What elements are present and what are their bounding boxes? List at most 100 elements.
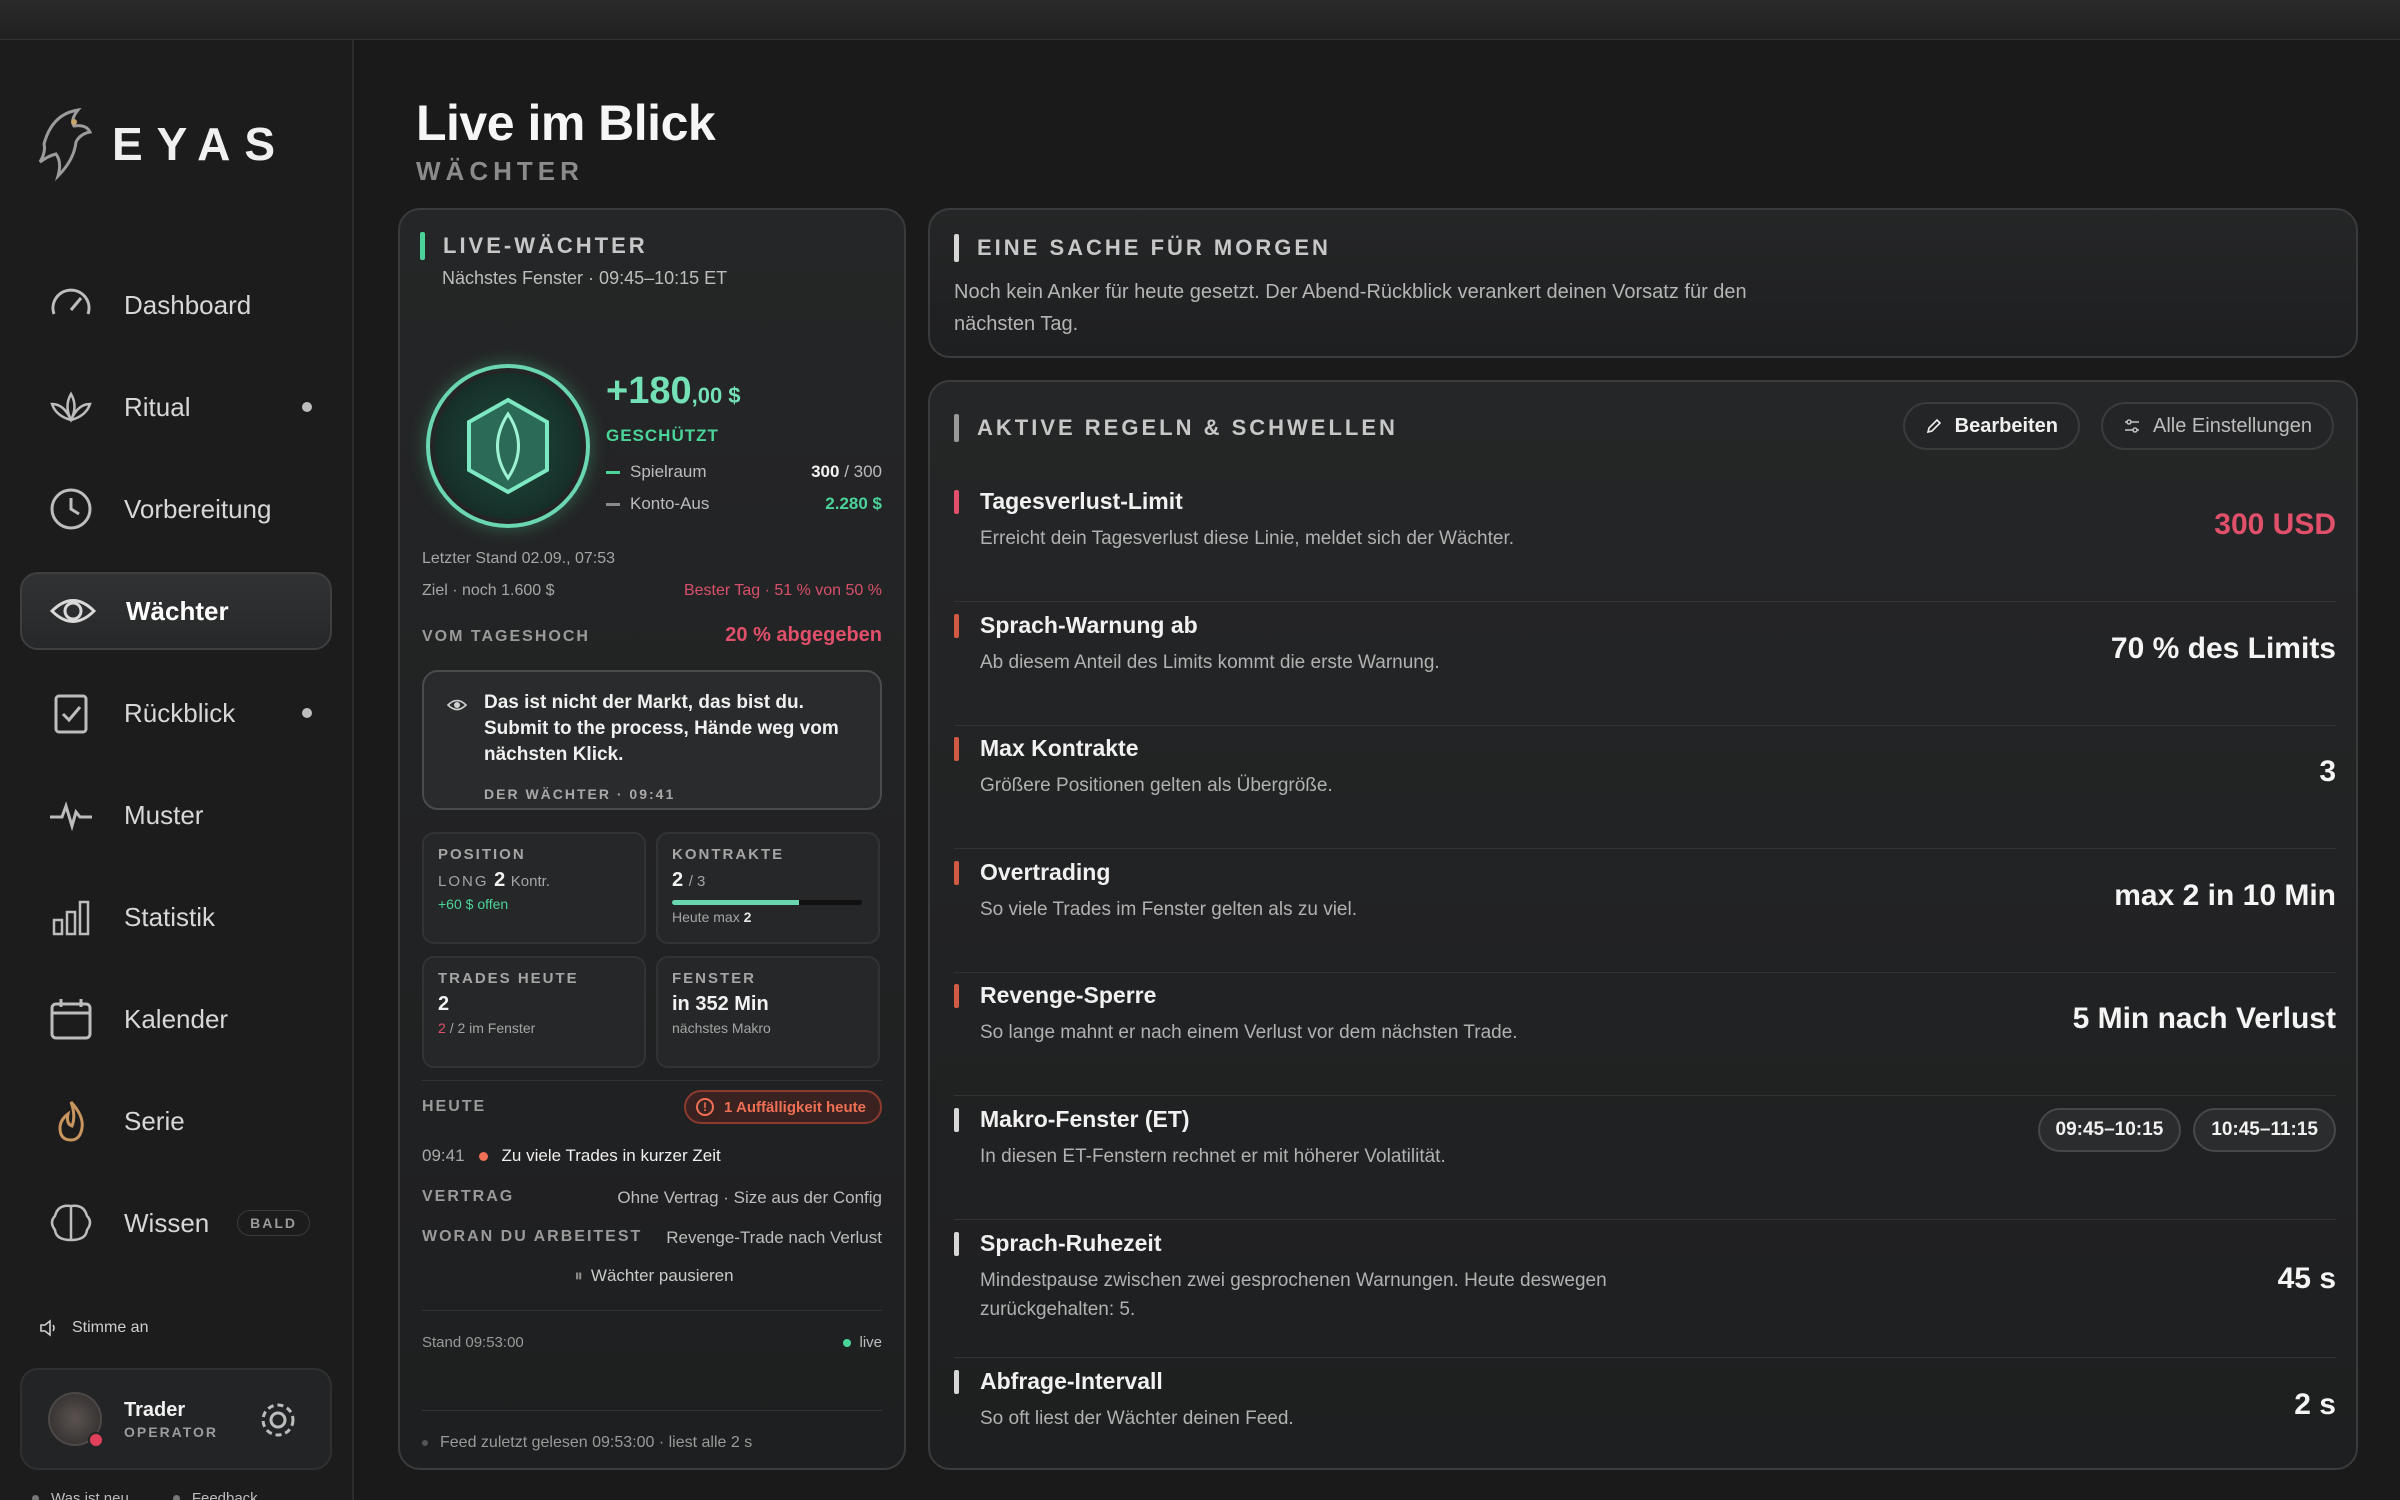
- rule-title: Revenge-Sperre: [980, 982, 1157, 1008]
- alert-icon: !: [696, 1098, 715, 1116]
- sidebar-item-ritual[interactable]: Ritual: [20, 368, 332, 446]
- rule-description: Größere Positionen gelten als Übergröße.: [980, 775, 1333, 796]
- all-settings-button[interactable]: Alle Einstellungen: [2101, 402, 2334, 450]
- sidebar-item-kalender[interactable]: Kalender: [20, 980, 332, 1058]
- rule-value: 3: [2319, 755, 2336, 788]
- app-name: EYAS: [112, 118, 290, 170]
- rules-card: AKTIVE REGELN & SCHWELLEN Bearbeiten All…: [928, 380, 2358, 1470]
- rule-row[interactable]: Abfrage-Intervall So oft liest der Wächte…: [954, 1358, 2336, 1482]
- sidebar-item-vorbereitung[interactable]: Vorbereitung: [20, 470, 332, 548]
- pause-button[interactable]: ⏸ Wächter pausieren: [400, 1266, 908, 1286]
- sidebar-item-label: Serie: [124, 1105, 185, 1136]
- voice-toggle[interactable]: Stimme an: [38, 1318, 148, 1338]
- anomaly-badge[interactable]: ! 1 Auffälligkeit heute: [684, 1090, 882, 1124]
- eye-icon: [46, 584, 100, 638]
- rule-row[interactable]: Tagesverlust-Limit Erreicht dein Tagesver…: [954, 478, 2336, 602]
- sidebar-item-statistik[interactable]: Statistik: [20, 878, 332, 956]
- brain-icon: [44, 1196, 98, 1250]
- waechter-quote: Das ist nicht der Markt, das bist du. Su…: [422, 670, 882, 810]
- speaker-icon: [40, 1319, 55, 1337]
- gauge-icon: [44, 278, 98, 332]
- rule-marker: [954, 737, 959, 761]
- rule-row[interactable]: Revenge-Sperre So lange mahnt er nach ein…: [954, 972, 2336, 1096]
- position-tile: POSITION LONG 2 Kontr. +60 $ offen: [422, 832, 646, 944]
- edit-button[interactable]: Bearbeiten: [1902, 402, 2080, 450]
- user-name: Trader: [124, 1398, 186, 1421]
- page-title: Live im Blick: [416, 95, 716, 151]
- status-label: GESCHÜTZT: [606, 426, 719, 445]
- gear-icon[interactable]: [256, 1398, 300, 1442]
- sidebar-item-label: Kalender: [124, 1003, 229, 1034]
- logo: EYAS: [34, 104, 289, 184]
- rule-description: Ab diesem Anteil des Limits kommt die er…: [980, 652, 1440, 673]
- sidebar: EYAS Dashboard Ritual Vorbereitung Wächt…: [0, 40, 354, 1500]
- sidebar-item-wissen[interactable]: Wissen BALD: [20, 1184, 332, 1262]
- morgen-text: Noch kein Anker für heute gesetzt. Der A…: [954, 281, 1747, 335]
- hexagon-shield-icon: [467, 397, 549, 495]
- last-update: Letzter Stand 02.09., 07:53: [422, 550, 616, 567]
- eagle-logo-icon: [38, 107, 93, 182]
- sidebar-item-label: Rückblick: [124, 697, 236, 728]
- page-subtitle: WÄCHTER: [416, 156, 584, 186]
- sidebar-item-label: Dashboard: [124, 289, 252, 320]
- bar-chart-icon: [44, 890, 98, 944]
- rule-description: Mindestpause zwischen zwei gesprochenen …: [980, 1270, 1607, 1320]
- rule-marker: [954, 1232, 959, 1256]
- sidebar-item-label: Vorbereitung: [124, 493, 272, 524]
- rule-description: Erreicht dein Tagesverlust diese Linie, …: [980, 528, 1515, 549]
- rule-title: Max Kontrakte: [980, 735, 1139, 761]
- rule-title: Abfrage-Intervall: [980, 1368, 1163, 1394]
- next-window: Nächstes Fenster · 09:45–10:15 ET: [442, 268, 728, 288]
- rule-title: Overtrading: [980, 859, 1111, 885]
- rule-row[interactable]: Sprach-Warnung ab Ab diesem Anteil des Li…: [954, 602, 2336, 726]
- contracts-progress: [672, 900, 862, 905]
- rule-value: max 2 in 10 Min: [2114, 879, 2336, 912]
- from-high-value: 20 % abgegeben: [725, 624, 882, 646]
- card-title: EINE SACHE FÜR MORGEN: [954, 234, 2332, 262]
- rule-marker: [954, 1370, 959, 1394]
- pause-icon: ⏸: [574, 1266, 583, 1285]
- rule-row[interactable]: Sprach-Ruhezeit Mindestpause zwischen zwe…: [954, 1220, 2336, 1358]
- sidebar-item-label: Wissen: [124, 1207, 210, 1238]
- sidebar-item-label: Statistik: [124, 901, 216, 932]
- flame-icon: [44, 1094, 98, 1148]
- sidebar-item-waechter[interactable]: Wächter: [20, 572, 332, 650]
- contract-row: VERTRAG Ohne Vertrag · Size aus der Confi…: [422, 1188, 882, 1207]
- rule-row[interactable]: Overtrading So viele Trades im Fenster ge…: [954, 849, 2336, 973]
- rule-title: Makro-Fenster (ET): [980, 1106, 1190, 1132]
- goal: Ziel · noch 1.600 $: [422, 582, 555, 599]
- morgen-card: EINE SACHE FÜR MORGEN Noch kein Anker fü…: [928, 208, 2358, 358]
- rule-value: 5 Min nach Verlust: [2072, 1002, 2336, 1035]
- feed-status: Feed zuletzt gelesen 09:53:00 · liest al…: [422, 1434, 752, 1452]
- rule-description: So lange mahnt er nach einem Verlust vor…: [980, 1022, 1518, 1043]
- sidebar-item-label: Wächter: [126, 595, 229, 626]
- sidebar-item-rueckblick[interactable]: Rückblick: [20, 674, 332, 752]
- pencil-icon: [1926, 418, 1941, 434]
- today-label: HEUTE: [422, 1098, 487, 1115]
- rule-row[interactable]: Makro-Fenster (ET) In diesen ET-Fenstern …: [954, 1096, 2336, 1220]
- trades-tile: TRADES HEUTE 2 2 / 2 im Fenster: [422, 956, 646, 1068]
- sidebar-item-dashboard[interactable]: Dashboard: [20, 266, 332, 344]
- rule-value: 2 s: [2294, 1388, 2336, 1421]
- rule-row[interactable]: Max Kontrakte Größere Positionen gelten a…: [954, 725, 2336, 849]
- event-row: 09:41 Zu viele Trades in kurzer Zeit: [422, 1146, 721, 1165]
- rule-marker: [954, 614, 959, 638]
- user-card[interactable]: Trader OPERATOR: [20, 1368, 332, 1470]
- sidebar-item-label: Ritual: [124, 391, 191, 422]
- calendar-icon: [44, 992, 98, 1046]
- rule-marker: [954, 1108, 959, 1132]
- rule-marker: [954, 490, 959, 514]
- card-title: AKTIVE REGELN & SCHWELLEN: [954, 414, 1398, 442]
- rule-description: So viele Trades im Fenster gelten als zu…: [980, 899, 1358, 920]
- sidebar-item-muster[interactable]: Muster: [20, 776, 332, 854]
- sliders-icon: [2125, 419, 2139, 433]
- rule-marker: [954, 984, 959, 1008]
- whats-new-link[interactable]: Was ist neu: [32, 1490, 129, 1500]
- rule-title: Sprach-Warnung ab: [980, 612, 1198, 638]
- contracts-tile: KONTRAKTE 2 / 3 Heute max 2: [656, 832, 880, 944]
- sidebar-item-serie[interactable]: Serie: [20, 1082, 332, 1160]
- working-on-row: WORAN DU ARBEITEST Revenge-Trade nach Ver…: [422, 1228, 882, 1247]
- clipboard-check-icon: [44, 686, 98, 740]
- eye-icon: [446, 699, 468, 711]
- feedback-link[interactable]: Feedback: [172, 1490, 258, 1500]
